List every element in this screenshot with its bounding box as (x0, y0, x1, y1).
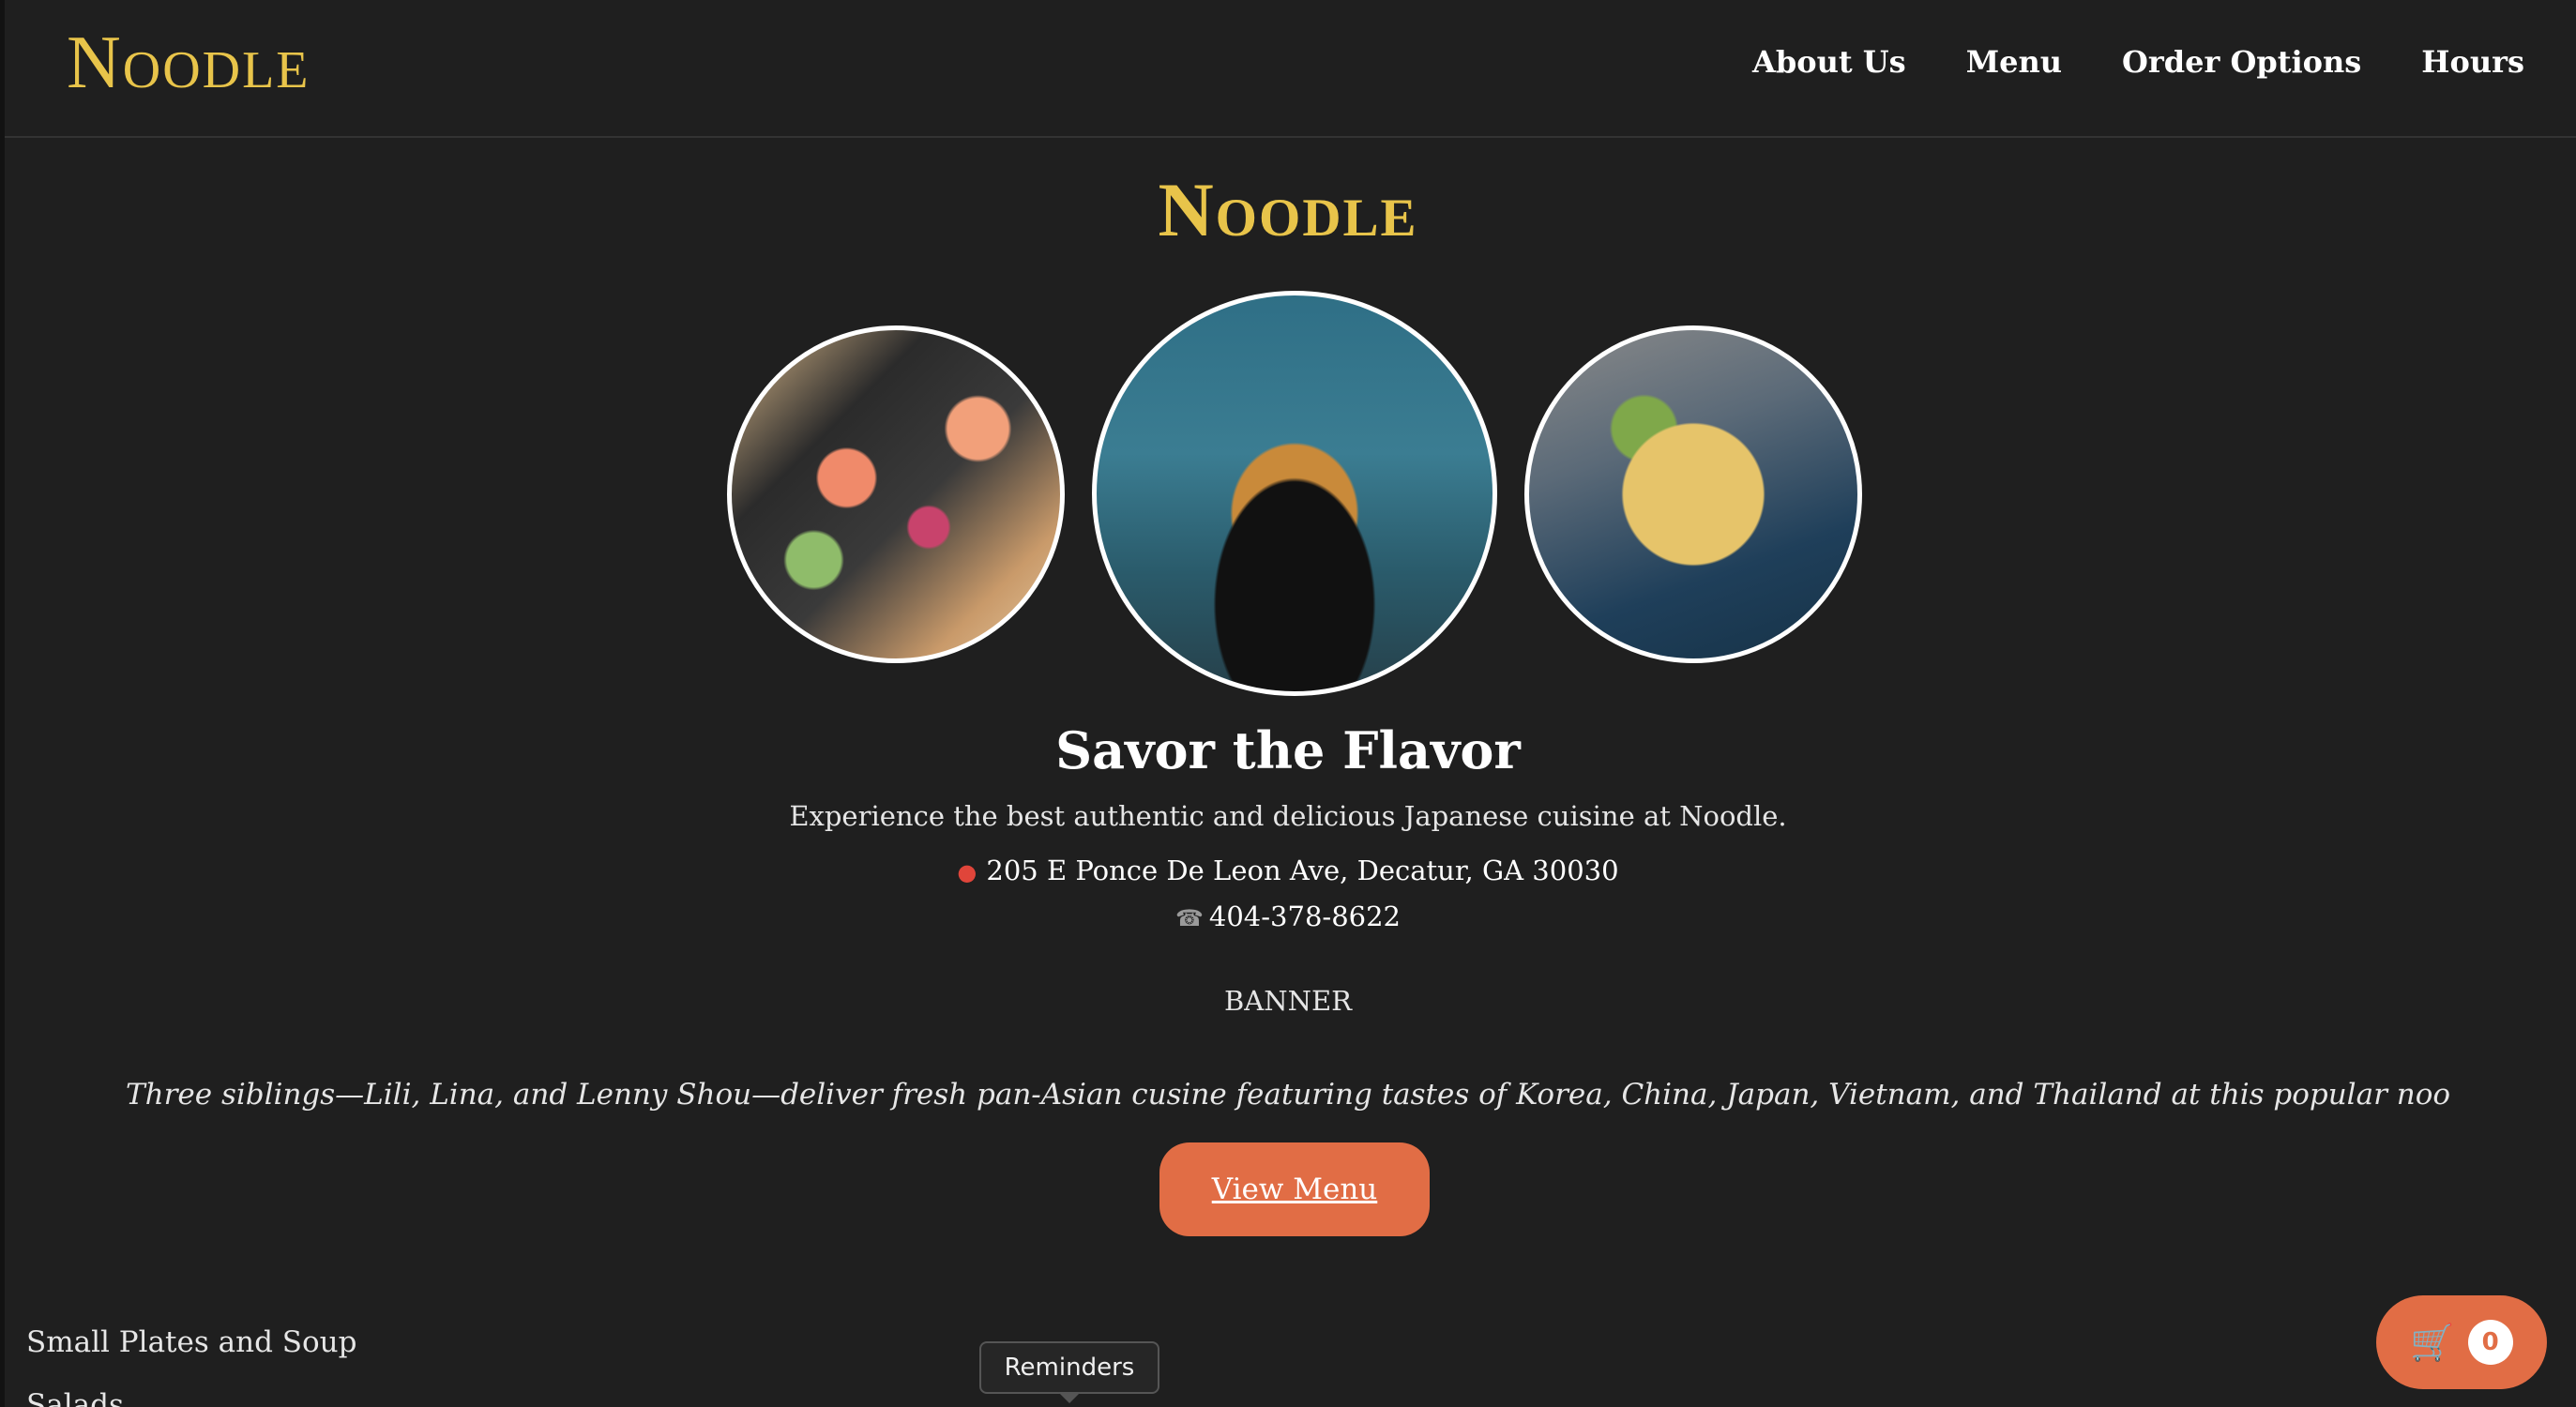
address-line: ● 205 E Ponce De Leon Ave, Decatur, GA 30… (0, 852, 2576, 891)
cart-button[interactable]: 🛒 0 (2376, 1295, 2547, 1389)
tooltip-arrow (1058, 1392, 1081, 1403)
sushi-platter-photo (727, 325, 1065, 663)
phone-icon: ☎ (1174, 905, 1204, 931)
shopping-cart-icon: 🛒 (2410, 1321, 2455, 1363)
hero-tagline: Savor the Flavor (1055, 720, 1521, 780)
noodle-bowl-photo (1092, 291, 1497, 696)
menu-category-salads[interactable]: Salads (26, 1386, 124, 1407)
map-pin-icon: ● (957, 859, 977, 885)
nav-menu[interactable]: Menu (1966, 41, 2062, 83)
hero-title: Noodle (1158, 167, 1418, 252)
reminders-tooltip: Reminders (979, 1341, 1159, 1394)
page: Noodle About Us Menu Order Options Hours… (0, 0, 2576, 1407)
nav-order-options[interactable]: Order Options (2122, 41, 2361, 83)
phone-text[interactable]: 404-378-8622 (1209, 900, 1401, 932)
nav-hours[interactable]: Hours (2421, 41, 2524, 83)
banner-label: BANNER (1223, 985, 1352, 1017)
pineapple-fried-rice-photo (1524, 325, 1862, 663)
menu-category-small-plates[interactable]: Small Plates and Soup (26, 1324, 356, 1361)
phone-line: ☎ 404-378-8622 (0, 898, 2576, 937)
cart-count-badge: 0 (2467, 1320, 2513, 1365)
view-menu-button[interactable]: View Menu (1159, 1142, 1430, 1236)
brand-logo[interactable]: Noodle (67, 21, 311, 105)
hero-description: Experience the best authentic and delici… (789, 800, 1787, 832)
site-header: Noodle About Us Menu Order Options Hours (5, 0, 2576, 138)
main-nav: About Us Menu Order Options Hours (1752, 41, 2524, 83)
address-text: 205 E Ponce De Leon Ave, Decatur, GA 300… (986, 855, 1619, 886)
about-ticker: Three siblings—Lili, Lina, and Lenny Sho… (125, 1078, 2451, 1112)
nav-about-us[interactable]: About Us (1752, 41, 1906, 83)
